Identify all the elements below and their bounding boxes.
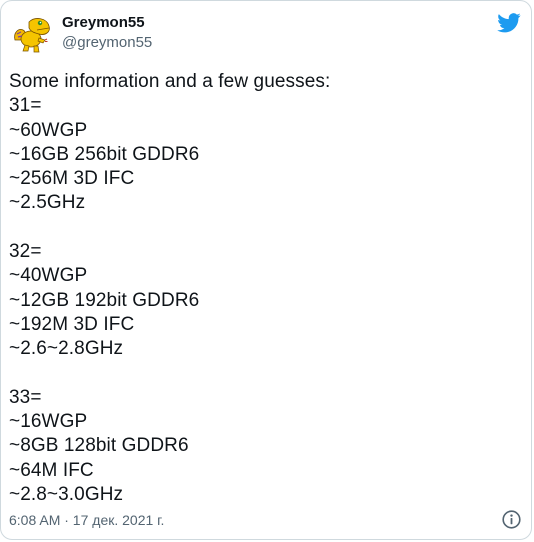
author-handle[interactable]: @greymon55: [62, 32, 152, 54]
tweet-line: ~8GB 128bit GDDR6: [9, 435, 189, 457]
tweet-card: Greymon55 @greymon55 Some information an…: [0, 0, 532, 540]
tweet-line: ~40WGP: [9, 265, 88, 287]
tweet-line: ~60WGP: [9, 119, 88, 141]
tweet-line: ~16WGP: [9, 411, 88, 433]
tweet-header: Greymon55 @greymon55: [9, 10, 523, 58]
tweet-line: ~2.8~3.0GHz: [9, 484, 124, 506]
twitter-bird-icon[interactable]: [497, 13, 521, 33]
tweet-line: ~2.6~2.8GHz: [9, 338, 124, 360]
tweet-line: 33=: [9, 386, 42, 408]
tweet-line: ~256M 3D IFC: [9, 168, 135, 190]
tweet-text: Some information and a few guesses: 31= …: [9, 70, 523, 507]
tweet-timestamp[interactable]: 6:08 AM · 17 дек. 2021 г.: [9, 511, 164, 529]
avatar[interactable]: [9, 10, 56, 57]
tweet-line: ~12GB 192bit GDDR6: [9, 289, 200, 311]
author-display-name[interactable]: Greymon55: [62, 14, 152, 32]
tweet-footer: 6:08 AM · 17 дек. 2021 г.: [9, 509, 523, 531]
tweet-line: ~192M 3D IFC: [9, 313, 135, 335]
tweet-line: ~16GB 256bit GDDR6: [9, 143, 200, 165]
tweet-line: 32=: [9, 241, 42, 263]
agumon-avatar-image: [9, 10, 56, 57]
author-info: Greymon55 @greymon55: [62, 14, 152, 54]
tweet-line: ~64M IFC: [9, 459, 94, 481]
tweet-line: Some information and a few guesses:: [9, 71, 331, 92]
info-icon[interactable]: [502, 510, 521, 529]
tweet-line: 31=: [9, 95, 42, 117]
tweet-line: ~2.5GHz: [9, 192, 86, 214]
